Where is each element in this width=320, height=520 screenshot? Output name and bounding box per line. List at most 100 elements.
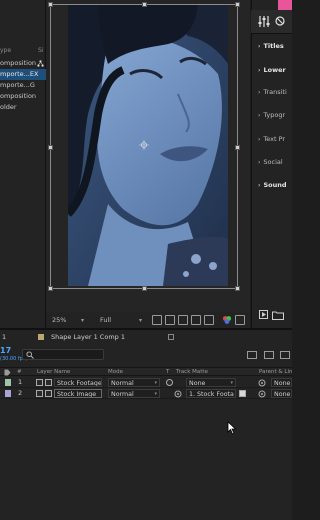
project-item[interactable]: mporte...EX bbox=[0, 69, 46, 80]
blend-mode-value: Normal bbox=[111, 380, 134, 387]
shy-layers-icon[interactable] bbox=[280, 351, 290, 359]
project-item-label: mporte...G bbox=[0, 81, 35, 89]
matte-alpha-toggle[interactable] bbox=[239, 390, 246, 397]
play-icon[interactable] bbox=[259, 310, 268, 319]
mask-visibility-icon[interactable] bbox=[178, 315, 188, 325]
parent-dropdown[interactable]: None bbox=[271, 389, 292, 398]
chevron-right-icon: › bbox=[258, 182, 261, 189]
chevron-right-icon: › bbox=[258, 112, 261, 119]
comp-color-swatch bbox=[38, 334, 44, 340]
region-of-interest-icon[interactable] bbox=[152, 315, 162, 325]
layer-name-field[interactable]: Stock Image bbox=[54, 389, 102, 398]
transform-handle[interactable] bbox=[48, 2, 53, 7]
chevron-down-icon: ▾ bbox=[154, 391, 157, 397]
layer-number: 2 bbox=[18, 389, 23, 397]
chevron-right-icon: › bbox=[258, 67, 261, 74]
transform-handle[interactable] bbox=[235, 2, 240, 7]
category-label: Typogr bbox=[263, 111, 286, 119]
comp-mini-flowchart-icon[interactable] bbox=[247, 351, 257, 359]
project-item-label: older bbox=[0, 103, 17, 111]
snapshot-icon[interactable] bbox=[235, 315, 245, 325]
category-titles[interactable]: › Titles bbox=[258, 40, 292, 52]
viewer-toolbar: 25% ▾ Full ▾ bbox=[46, 312, 250, 328]
transparency-grid-icon[interactable] bbox=[165, 315, 175, 325]
resolution-dropdown[interactable]: Full ▾ bbox=[98, 315, 144, 326]
transform-handle[interactable] bbox=[48, 286, 53, 291]
transform-handle[interactable] bbox=[142, 2, 147, 7]
image-icon bbox=[45, 390, 52, 397]
footage-icon bbox=[45, 379, 52, 386]
category-transitions[interactable]: › Transiti bbox=[258, 86, 292, 98]
chevron-down-icon: ▾ bbox=[154, 380, 157, 386]
track-matte-dropdown[interactable]: 1. Stock Foota bbox=[186, 389, 236, 398]
mode-column-header[interactable]: Mode bbox=[108, 368, 123, 377]
parent-dropdown[interactable]: None bbox=[271, 378, 292, 387]
t-column-header[interactable]: T bbox=[166, 368, 169, 377]
chevron-down-icon: ▾ bbox=[138, 317, 142, 324]
current-time[interactable]: 17 bbox=[0, 346, 11, 355]
category-label: Text Pr bbox=[263, 135, 286, 143]
chevron-down-icon: ▾ bbox=[80, 317, 84, 324]
tab-menu-icon[interactable] bbox=[168, 334, 174, 340]
project-item[interactable]: omposition bbox=[0, 58, 46, 69]
track-matte-column-header[interactable]: Track Matte bbox=[176, 368, 208, 377]
category-lower-thirds[interactable]: › Lower bbox=[258, 64, 292, 76]
project-column-header: ype Si bbox=[0, 47, 46, 57]
category-typography[interactable]: › Typogr bbox=[258, 109, 292, 121]
category-label: Lower bbox=[263, 66, 286, 74]
layer-name: Stock Footage bbox=[57, 380, 102, 387]
blend-mode-dropdown[interactable]: Normal ▾ bbox=[108, 389, 160, 398]
category-social[interactable]: › Social bbox=[258, 156, 292, 168]
tab-comp[interactable]: Shape Layer 1 Comp 1 bbox=[51, 330, 125, 344]
transform-handle[interactable] bbox=[48, 145, 53, 150]
color-channels-icon[interactable] bbox=[222, 315, 232, 325]
folder-icon[interactable] bbox=[272, 310, 284, 320]
track-matte-dropdown[interactable]: None ▾ bbox=[186, 378, 236, 387]
type-column-header[interactable]: ype bbox=[0, 47, 11, 54]
pickwhip-icon[interactable] bbox=[258, 390, 266, 398]
project-item[interactable]: omposition bbox=[0, 91, 46, 102]
label-tag-icon[interactable] bbox=[4, 369, 11, 376]
category-label: Transiti bbox=[263, 88, 287, 96]
guides-icon[interactable] bbox=[191, 315, 201, 325]
tab-index: 1 bbox=[2, 333, 7, 341]
panel-highlight-bar bbox=[278, 0, 292, 10]
category-label: Social bbox=[263, 158, 283, 166]
project-item[interactable]: mporte...G bbox=[0, 80, 46, 91]
category-sound[interactable]: › Sound bbox=[258, 179, 292, 191]
sliders-icon[interactable] bbox=[258, 16, 270, 27]
size-column-header[interactable]: Si bbox=[38, 47, 43, 54]
project-item[interactable]: older bbox=[0, 102, 46, 113]
layer-label-color[interactable] bbox=[5, 390, 11, 397]
layer-row[interactable]: 1 Stock Footage Normal ▾ None ▾ None bbox=[0, 377, 292, 388]
category-text-presets[interactable]: › Text Pr bbox=[258, 133, 292, 145]
transform-handle[interactable] bbox=[142, 286, 147, 291]
layer-row[interactable]: 2 Stock Image Normal ▾ 1. Stock Foota No… bbox=[0, 388, 292, 399]
project-panel: ype Si omposition mporte...EX mporte...G… bbox=[0, 0, 46, 328]
adjust-icon[interactable] bbox=[275, 16, 285, 26]
anchor-point-icon[interactable] bbox=[139, 140, 149, 150]
zoom-value: 25% bbox=[52, 316, 67, 324]
lock-icon[interactable] bbox=[36, 379, 43, 386]
3d-view-icon[interactable] bbox=[204, 315, 214, 325]
matte-link-icon[interactable] bbox=[174, 390, 182, 398]
category-label: Titles bbox=[263, 42, 284, 50]
layer-name-column-header[interactable]: Layer Name bbox=[37, 368, 70, 377]
parent-column-header[interactable]: Parent & Link bbox=[259, 368, 292, 377]
draft-3d-icon[interactable] bbox=[264, 351, 274, 359]
search-input[interactable] bbox=[22, 349, 104, 360]
blend-mode-value: Normal bbox=[111, 391, 134, 398]
preserve-transparency-toggle[interactable] bbox=[166, 379, 173, 386]
layer-name-field[interactable]: Stock Footage bbox=[54, 378, 102, 387]
number-column-header[interactable]: # bbox=[17, 368, 22, 377]
zoom-dropdown[interactable]: 25% ▾ bbox=[50, 315, 86, 326]
blend-mode-dropdown[interactable]: Normal ▾ bbox=[108, 378, 160, 387]
pickwhip-icon[interactable] bbox=[258, 379, 266, 387]
transform-handle[interactable] bbox=[235, 286, 240, 291]
layer-label-color[interactable] bbox=[5, 379, 11, 386]
transform-handle[interactable] bbox=[235, 145, 240, 150]
chevron-down-icon: ▾ bbox=[230, 380, 233, 386]
lock-icon[interactable] bbox=[36, 390, 43, 397]
track-matte-value: None bbox=[189, 380, 206, 387]
project-item-label: omposition bbox=[0, 92, 37, 100]
